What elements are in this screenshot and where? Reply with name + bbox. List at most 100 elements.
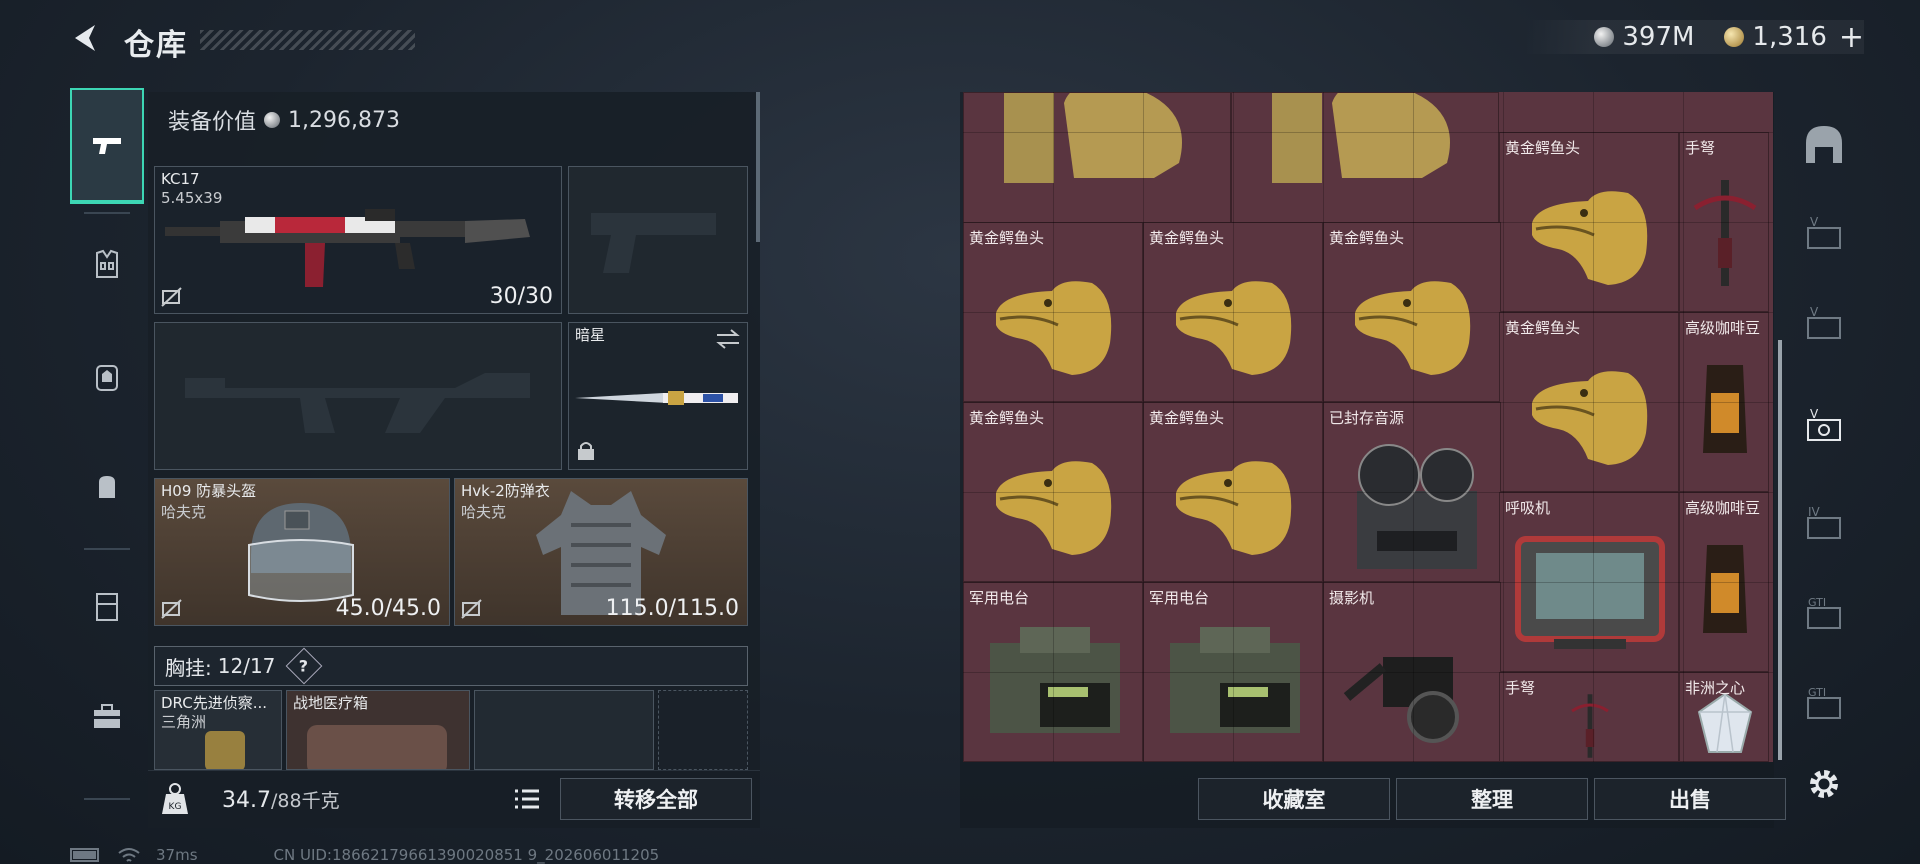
- grid-line: [1593, 92, 1594, 762]
- storage-item-crossbow[interactable]: 手弩: [1499, 672, 1679, 762]
- transfer-all-button[interactable]: 转移全部: [560, 778, 752, 820]
- svg-text:GTI: GTI: [1808, 686, 1826, 699]
- chest-rig-item-2[interactable]: 战地医疗箱: [286, 690, 470, 770]
- svg-text:V: V: [1810, 408, 1819, 421]
- grid-line: [1143, 92, 1144, 762]
- item-name: 黄金鳄鱼头: [969, 229, 1045, 247]
- locker-icon: [96, 593, 118, 621]
- item-name: 军用电台: [1149, 589, 1210, 607]
- equipment-value: 1,296,873: [288, 107, 400, 133]
- crossbow-image: [1693, 180, 1757, 286]
- weapon-name: KC17: [161, 170, 200, 188]
- gun-icon: [93, 138, 121, 154]
- tab-storage-gti-2[interactable]: GTI: [1794, 674, 1854, 734]
- helmet-durability: 45.0/45.0: [335, 596, 441, 621]
- tab-bag[interactable]: [70, 436, 144, 536]
- svg-text:V: V: [1810, 306, 1819, 319]
- svg-text:V: V: [1810, 216, 1819, 229]
- backpack-icon: [96, 365, 118, 391]
- lock-icon: [578, 442, 594, 460]
- item-name: 呼吸机: [1505, 499, 1551, 517]
- tab-storage-v-1[interactable]: V: [1794, 204, 1854, 264]
- gold-bust-image: [1004, 93, 1182, 183]
- item-name: 黄金鳄鱼头: [1149, 229, 1225, 247]
- rifle-placeholder-icon: [185, 373, 530, 433]
- gold-crocodile-head-image: [996, 281, 1112, 375]
- tab-backpack[interactable]: [70, 326, 144, 426]
- melee-name: 暗星: [575, 326, 606, 344]
- gold-crocodile-head-image: [1532, 371, 1648, 465]
- storage-item-bust[interactable]: [1231, 92, 1499, 224]
- secondary-weapon-slot[interactable]: [154, 322, 562, 470]
- gold-currency-value: 1,316: [1752, 22, 1827, 52]
- item-name: DRC先进侦察...: [161, 694, 268, 712]
- uid-text: CN UID:18662179661390020851 9_2026060112…: [273, 846, 660, 864]
- grid-line: [963, 402, 1773, 403]
- item-name: 已封存音源: [1329, 409, 1405, 427]
- tab-locker[interactable]: [70, 556, 144, 656]
- silver-coin-icon: [264, 112, 281, 128]
- melee-slot[interactable]: 暗星: [568, 322, 748, 470]
- grid-line: [963, 492, 1773, 493]
- status-bar: 37ms CN UID:18662179661390020851 9_20260…: [70, 846, 659, 864]
- grid-line: [963, 312, 1773, 313]
- max-weight: /88千克: [270, 790, 340, 812]
- storage-item-bust[interactable]: [963, 92, 1231, 224]
- unlinked-icon: [161, 287, 182, 307]
- list-icon: [515, 789, 539, 809]
- armor-slot[interactable]: Hvk-2防弹衣 哈夫克 115.0/115.0: [454, 478, 748, 626]
- sell-button[interactable]: 出售: [1594, 778, 1786, 820]
- tab-base[interactable]: [1794, 114, 1854, 174]
- swap-icon[interactable]: [715, 329, 741, 349]
- item-name: 黄金鳄鱼头: [1329, 229, 1405, 247]
- chest-rig-item-1[interactable]: DRC先进侦察... 三角洲: [154, 690, 282, 770]
- left-scrollbar[interactable]: [756, 92, 760, 242]
- primary-weapon-slot[interactable]: KC17 5.45x39 30/30: [154, 166, 562, 314]
- gold-crocodile-head-image: [996, 461, 1112, 555]
- back-button[interactable]: [66, 18, 106, 58]
- tab-storage-iv[interactable]: IV: [1794, 494, 1854, 554]
- storage-gti-2-icon: GTI: [1807, 686, 1841, 719]
- tab-storage-v-3[interactable]: V: [1794, 396, 1854, 456]
- knife-image: [575, 391, 738, 405]
- add-currency-button[interactable]: +: [1839, 20, 1864, 55]
- helmet-brand: 哈夫克: [161, 503, 207, 521]
- settings-button[interactable]: [1794, 754, 1854, 814]
- tab-storage-v-2[interactable]: V: [1794, 294, 1854, 354]
- grid-line: [1233, 92, 1234, 762]
- storage-item-diamond[interactable]: 非洲之心: [1679, 672, 1769, 762]
- chest-rig-item-3[interactable]: [474, 690, 654, 770]
- tab-weapons[interactable]: [70, 88, 144, 204]
- coffee-beans-bag-image: [1703, 365, 1747, 453]
- help-button[interactable]: ?: [286, 647, 323, 685]
- tab-vest[interactable]: [70, 214, 144, 314]
- military-radio-image: [990, 627, 1120, 733]
- list-view-button[interactable]: [510, 782, 544, 816]
- toolbox-icon: [94, 704, 120, 728]
- item-name: 摄影机: [1329, 589, 1375, 607]
- storage-v-3-icon: V: [1807, 408, 1841, 441]
- storage-grid: 黄金鳄鱼头 手弩 黄金鳄鱼头 黄金鳄鱼头 黄金鳄鱼头 黄金鳄鱼头 高级咖啡豆 黄金鳄鱼头 黄金鳄…: [963, 92, 1773, 762]
- organize-button[interactable]: 整理: [1396, 778, 1588, 820]
- storage-scrollbar[interactable]: [1778, 340, 1782, 760]
- tab-toolbox[interactable]: [70, 666, 144, 766]
- pistol-slot[interactable]: [568, 166, 748, 314]
- item-name: 黄金鳄鱼头: [1505, 319, 1581, 337]
- silver-currency-value: 397M: [1622, 22, 1695, 52]
- chest-rig-empty-slot[interactable]: [658, 690, 748, 770]
- helmet-slot[interactable]: H09 防暴头盔 哈夫克 45.0/45.0: [154, 478, 450, 626]
- grid-line: [1053, 92, 1054, 762]
- currency-bar: 397M 1,316 +: [1524, 20, 1864, 55]
- storage-v-2-icon: V: [1807, 306, 1841, 339]
- weight-icon: KG: [162, 783, 188, 814]
- reel-tape-recorder-image: [1357, 444, 1477, 569]
- chest-rig-label: 胸挂:: [165, 655, 212, 680]
- collection-room-button[interactable]: 收藏室: [1198, 778, 1390, 820]
- tab-storage-gti-1[interactable]: GTI: [1794, 584, 1854, 644]
- item-name: 军用电台: [969, 589, 1030, 607]
- rifle-kc17-image: [165, 209, 530, 287]
- grid-line: [1323, 92, 1324, 762]
- vest-icon: [96, 249, 118, 278]
- svg-text:IV: IV: [1808, 506, 1821, 519]
- item-name: 手弩: [1505, 679, 1536, 697]
